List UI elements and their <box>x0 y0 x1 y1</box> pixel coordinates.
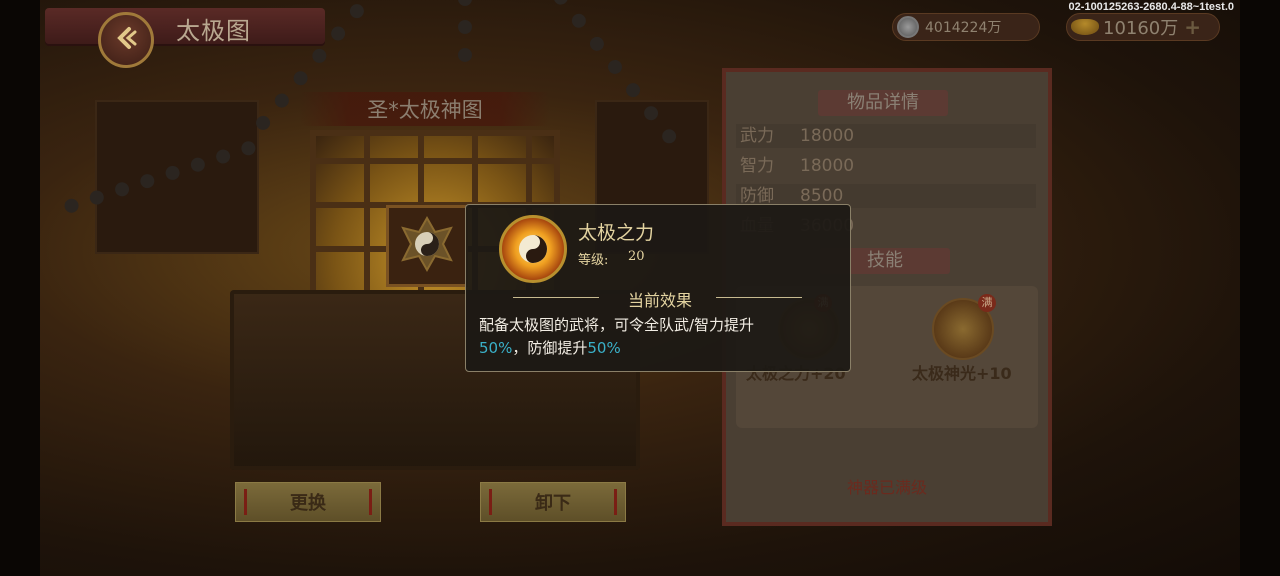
tooltip-level-label: 等级: <box>578 253 609 268</box>
unequip-button[interactable]: 卸下 <box>480 482 626 522</box>
tooltip-skill-name: 太极之力 <box>578 222 655 244</box>
right-letterbox <box>1240 0 1280 576</box>
taiji-power-icon <box>499 215 567 283</box>
effect-description: 配备太极图的武将，可令全队武/智力提升 50%，防御提升50% <box>479 314 839 360</box>
skill-name: 太极神光+10 <box>912 364 1012 383</box>
stat-label: 武力 <box>740 126 774 146</box>
back-arrow-icon <box>111 23 141 57</box>
max-level-text: 神器已满级 <box>846 478 927 497</box>
taiji-icon <box>397 214 457 278</box>
gold-currency[interactable]: 10160万 + <box>1066 13 1220 41</box>
silver-coin-icon <box>897 16 919 38</box>
chain-decoration <box>458 0 472 62</box>
effect-heading: 当前效果 <box>627 291 692 310</box>
stat-label: 智力 <box>740 156 774 176</box>
stat-row: 智力 18000 <box>736 154 1036 178</box>
skill-max-badge: 满 <box>978 294 996 312</box>
replace-button[interactable]: 更换 <box>235 482 381 522</box>
gold-ingot-icon <box>1071 19 1099 35</box>
divider-left <box>513 297 599 298</box>
details-title: 物品详情 <box>847 92 919 113</box>
plus-icon[interactable]: + <box>1184 15 1201 39</box>
stat-value: 18000 <box>800 156 855 176</box>
divider-right <box>716 297 802 298</box>
effect-text: 配备太极图的武将，可令全队武/智力提升 <box>479 316 755 334</box>
silver-currency: 4014224万 <box>892 13 1040 41</box>
effect-text: ，防御提升 <box>512 339 588 357</box>
effect-percent: 50% <box>587 339 621 357</box>
effect-percent: 50% <box>479 339 513 357</box>
silver-amount: 4014224万 <box>925 20 1002 36</box>
left-letterbox <box>0 0 40 576</box>
artifact-slot[interactable] <box>386 205 468 287</box>
artifact-name: 圣*太极神图 <box>367 98 483 122</box>
stat-value: 18000 <box>800 126 855 146</box>
stat-row: 武力 18000 <box>736 124 1036 148</box>
debug-build-label: 02-100125263-2680.4-88~1test.0 <box>1068 1 1234 13</box>
tooltip-level-value: 20 <box>628 249 645 264</box>
gold-amount: 10160万 <box>1103 18 1179 39</box>
page-title: 太极图 <box>176 17 251 45</box>
back-button[interactable] <box>98 12 154 68</box>
game-scene: 太极图 4014224万 10160万 + 02-100125263-2680.… <box>0 0 1280 576</box>
